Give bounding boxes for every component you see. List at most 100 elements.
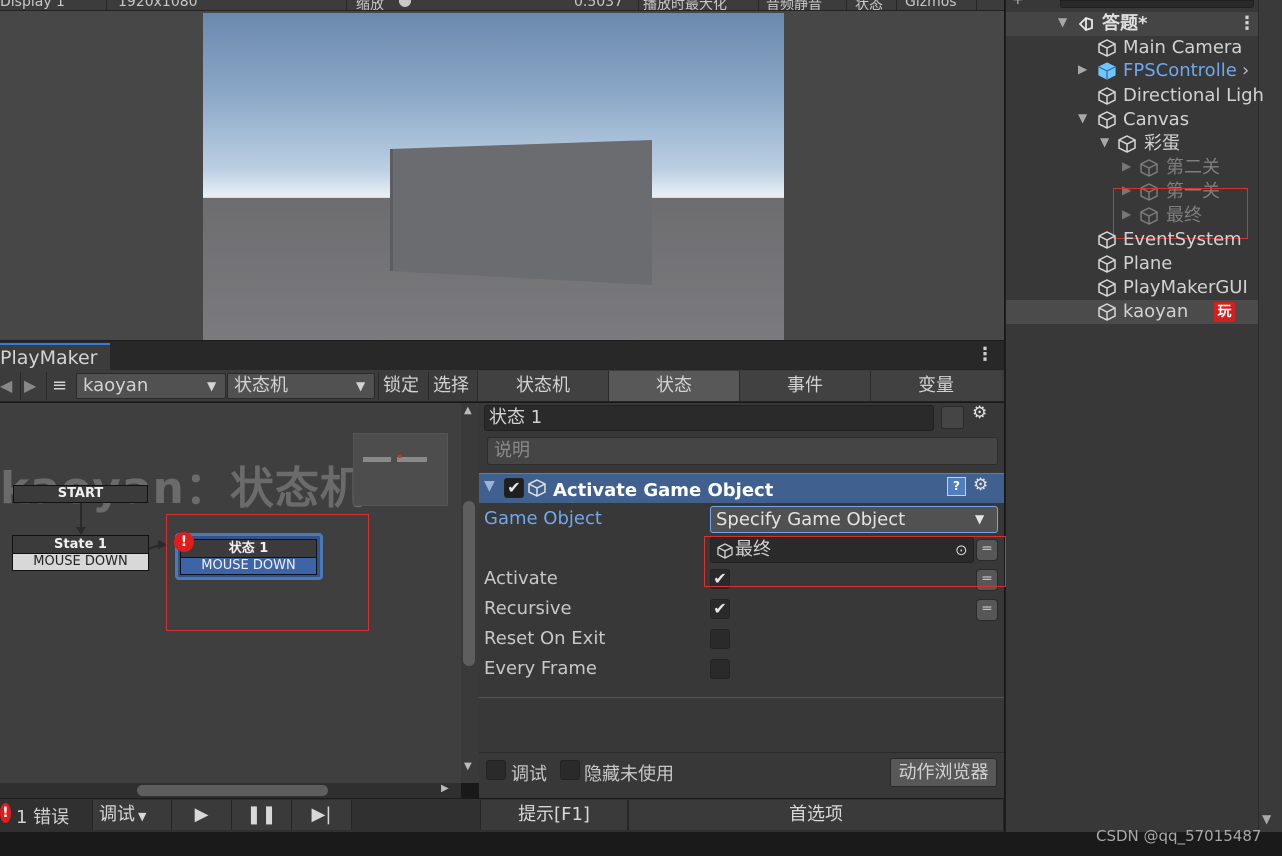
collapse-triangle-icon[interactable]: ▼ xyxy=(1100,135,1109,149)
display-dropdown[interactable]: Display 1 xyxy=(0,0,65,10)
hierarchy-item-selected[interactable]: kaoyan 玩 xyxy=(1006,300,1258,324)
scale-label: 缩放 xyxy=(356,0,384,11)
action-browser-button[interactable]: 动作浏览器 xyxy=(890,758,997,787)
hierarchy-item[interactable]: Directional Ligh xyxy=(1006,84,1264,108)
maximize-on-play-toggle[interactable]: 播放时最大化 xyxy=(643,0,727,10)
resolution-dropdown[interactable]: 1920x1080 xyxy=(118,0,198,10)
dropdown-arrow-icon: ▼ xyxy=(975,512,985,526)
dropdown-arrow-icon: ▼ xyxy=(207,379,217,393)
action-enabled-checkbox[interactable]: ✔ xyxy=(504,478,524,498)
gear-icon[interactable]: ⚙ xyxy=(973,475,988,495)
scene-menu-icon[interactable]: ⋮ xyxy=(1238,12,1256,36)
state-color-swatch[interactable] xyxy=(941,406,964,429)
state-name-input[interactable]: 状态 1 xyxy=(484,405,934,431)
scroll-up-icon[interactable]: ▲ xyxy=(464,405,472,416)
lock-button[interactable]: 锁定 xyxy=(378,372,419,400)
play-button[interactable]: ▶ xyxy=(172,800,232,830)
fsm-owner-dropdown[interactable]: kaoyan ▼ xyxy=(76,373,226,399)
hierarchy-scene-row[interactable]: ▼ 答题* ⋮ xyxy=(1006,12,1258,36)
transition-event[interactable]: MOUSE DOWN xyxy=(12,554,149,571)
hierarchy-item[interactable]: ▶ 第二关 xyxy=(1006,156,1258,180)
prefab-open-chevron-icon[interactable]: › xyxy=(1242,59,1249,83)
every-frame-label: Every Frame xyxy=(484,658,597,679)
graph-minimap[interactable] xyxy=(353,433,448,506)
gear-icon[interactable]: ⚙ xyxy=(972,403,987,423)
hierarchy-scrollbar[interactable] xyxy=(1258,0,1282,832)
gameobject-cube-icon xyxy=(1140,159,1158,177)
collapse-triangle-icon[interactable]: ▼ xyxy=(1078,111,1087,125)
tab-state[interactable]: 状态 xyxy=(608,371,739,401)
hide-unused-checkbox[interactable] xyxy=(560,760,580,780)
help-icon[interactable]: ? xyxy=(947,477,966,496)
hide-unused-label: 隐藏未使用 xyxy=(584,764,674,785)
list-menu-icon[interactable]: ≡ xyxy=(46,372,67,400)
scroll-down-icon[interactable]: ▼ xyxy=(464,761,472,772)
start-node[interactable]: START xyxy=(13,485,148,503)
gameobject-cube-icon xyxy=(1098,111,1116,129)
debug-dropdown[interactable]: 调试 ▼ xyxy=(92,800,172,830)
highlight-box xyxy=(704,536,1006,587)
scale-value: 0.5037 xyxy=(574,0,623,10)
activate-label: Activate xyxy=(484,568,558,589)
description-input[interactable]: 说明 xyxy=(487,437,998,465)
select-button[interactable]: 选择 xyxy=(428,372,469,400)
step-button[interactable]: ▶| xyxy=(292,800,352,830)
every-frame-checkbox[interactable] xyxy=(710,659,730,679)
recursive-label: Recursive xyxy=(484,598,572,619)
state-node-state-1[interactable]: State 1 MOUSE DOWN xyxy=(12,535,149,571)
divider xyxy=(479,697,1004,698)
scroll-thumb[interactable] xyxy=(137,785,328,796)
scale-slider-handle[interactable]: ● xyxy=(398,0,412,9)
fsm-select-dropdown[interactable]: 状态机 ▼ xyxy=(227,373,375,399)
hierarchy-search-input[interactable] xyxy=(1060,0,1254,8)
plus-icon[interactable]: + xyxy=(1012,0,1024,8)
dropdown-arrow-icon: ▼ xyxy=(356,379,366,393)
reset-on-exit-checkbox[interactable] xyxy=(710,629,730,649)
dropdown-arrow-icon: ▼ xyxy=(138,810,147,823)
hierarchy-item[interactable]: Main Camera xyxy=(1006,36,1258,60)
tab-fsm[interactable]: 状态机 xyxy=(477,371,608,401)
pause-button[interactable]: ❚❚ xyxy=(232,800,292,830)
gameobject-cube-icon xyxy=(528,479,546,497)
hierarchy-item[interactable]: PlayMakerGUI xyxy=(1006,276,1258,300)
gizmos-toggle[interactable]: Gizmos xyxy=(905,0,957,10)
gameobject-cube-icon xyxy=(1098,231,1116,249)
panel-menu-icon[interactable]: ⋮ xyxy=(976,344,994,365)
expand-triangle-icon[interactable]: ▼ xyxy=(1058,15,1067,29)
preferences-button[interactable]: 首选项 xyxy=(628,800,1004,830)
tab-events[interactable]: 事件 xyxy=(739,371,870,401)
stats-toggle[interactable]: 状态 xyxy=(855,0,883,10)
hierarchy-item[interactable]: ▼ 彩蛋 xyxy=(1006,132,1258,156)
back-arrow-icon[interactable]: ◀ xyxy=(0,372,12,400)
hierarchy-item[interactable]: ▼ Canvas xyxy=(1006,108,1258,132)
graph-watermark-title: kaoyan：状态机 xyxy=(0,463,365,514)
recursive-checkbox[interactable]: ✔ xyxy=(710,599,730,619)
watermark-text: CSDN @qq_57015487 xyxy=(1096,827,1262,845)
game-toolbar: Display 1 1920x1080 缩放 ● 0.5037 播放时最大化 音… xyxy=(0,0,1004,11)
scroll-thumb[interactable] xyxy=(463,501,475,666)
game-viewport[interactable] xyxy=(203,13,784,340)
wall-object xyxy=(390,140,652,285)
debug-checkbox[interactable] xyxy=(486,760,506,780)
expand-triangle-icon[interactable]: ▶ xyxy=(1122,159,1131,173)
graph-horizontal-scrollbar[interactable]: ▶ xyxy=(0,783,461,798)
game-object-label: Game Object xyxy=(484,508,602,529)
error-count[interactable]: 1 错误 xyxy=(16,803,69,829)
variable-toggle-button[interactable]: ═ xyxy=(976,599,998,621)
collapse-triangle-icon[interactable]: ▼ xyxy=(484,478,495,494)
reset-on-exit-label: Reset On Exit xyxy=(484,628,606,649)
hint-button[interactable]: 提示[F1] xyxy=(480,800,628,830)
forward-arrow-icon[interactable]: ▶ xyxy=(20,372,36,400)
hierarchy-item[interactable]: EventSystem xyxy=(1006,228,1258,252)
hierarchy-item[interactable]: Plane xyxy=(1006,252,1258,276)
tab-variables[interactable]: 变量 xyxy=(870,371,1001,401)
mute-audio-toggle[interactable]: 音频静音 xyxy=(766,0,822,10)
scroll-right-icon[interactable]: ▶ xyxy=(441,783,449,794)
scroll-down-icon[interactable]: ▼ xyxy=(1262,812,1271,826)
expand-triangle-icon[interactable]: ▶ xyxy=(1078,62,1087,76)
hierarchy-item[interactable]: ▶ FPSControlle › xyxy=(1006,59,1258,83)
graph-vertical-scrollbar[interactable]: ▲ ▼ xyxy=(461,403,479,783)
playmaker-tab[interactable]: PlayMaker xyxy=(0,343,110,371)
gameobject-cube-icon xyxy=(1098,279,1116,297)
game-object-mode-dropdown[interactable]: Specify Game Object ▼ xyxy=(710,506,998,533)
